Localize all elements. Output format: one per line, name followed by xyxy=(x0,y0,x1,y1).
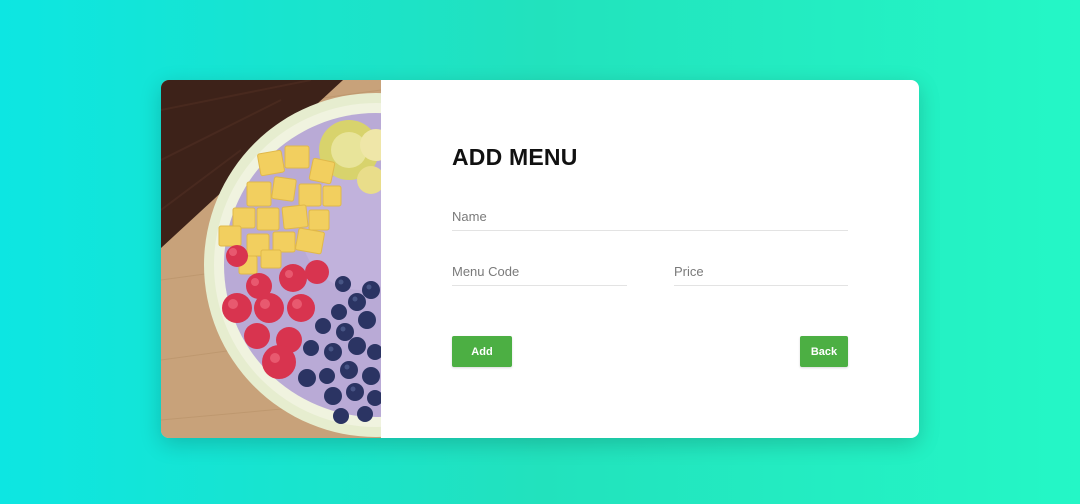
add-button[interactable]: Add xyxy=(452,336,512,367)
menu-code-input[interactable] xyxy=(452,258,627,286)
page-title: ADD MENU xyxy=(452,144,578,170)
price-input[interactable] xyxy=(674,258,848,286)
back-button[interactable]: Back xyxy=(800,336,848,367)
add-menu-form: ADD MENU Add Back xyxy=(381,80,919,438)
add-menu-card: ADD MENU Add Back xyxy=(161,80,919,438)
name-input[interactable] xyxy=(452,203,848,231)
smoothie-bowl-photo xyxy=(161,80,381,438)
